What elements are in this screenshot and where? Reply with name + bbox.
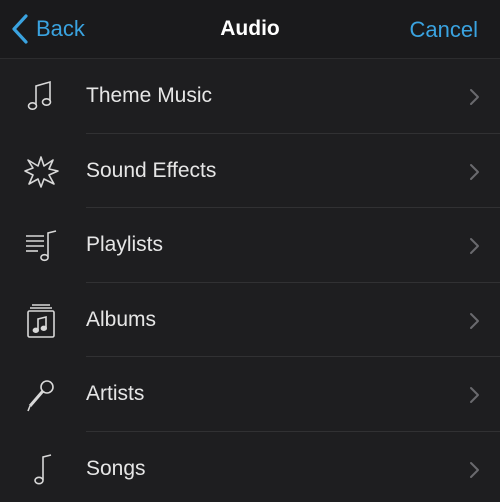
list-item-playlists[interactable]: Playlists xyxy=(0,208,500,283)
playlist-icon xyxy=(22,227,60,265)
list-item-label: Sound Effects xyxy=(86,158,217,182)
list-item-theme-music[interactable]: Theme Music xyxy=(0,59,500,134)
navigation-bar: Back Audio Cancel xyxy=(0,0,500,59)
album-icon xyxy=(22,302,60,340)
chevron-right-icon xyxy=(470,312,479,329)
list-item-artists[interactable]: Artists xyxy=(0,357,500,432)
chevron-right-icon xyxy=(470,238,479,254)
list-item-label: Playlists xyxy=(86,233,164,256)
chevron-right-icon xyxy=(470,461,479,478)
chevron-left-icon xyxy=(12,14,28,44)
chevron-right-icon xyxy=(470,89,479,105)
cancel-button[interactable]: Cancel xyxy=(410,17,478,43)
list-item-label: Albums xyxy=(86,307,157,331)
burst-icon xyxy=(22,153,60,191)
chevron-right-icon xyxy=(470,163,479,180)
chevron-right-icon xyxy=(470,387,479,403)
music-note-icon xyxy=(22,78,60,116)
list-item-songs[interactable]: Songs xyxy=(0,432,500,502)
song-note-icon xyxy=(22,451,60,489)
list-item-sound-effects[interactable]: Sound Effects xyxy=(0,134,500,208)
audio-screen: Back Audio Cancel Theme Music Sound Effe… xyxy=(0,0,500,502)
list-item-albums[interactable]: Albums xyxy=(0,283,500,357)
microphone-icon xyxy=(22,376,60,414)
back-button[interactable]: Back xyxy=(10,12,85,46)
list-item-label: Songs xyxy=(86,456,146,480)
list-item-label: Theme Music xyxy=(86,84,213,107)
audio-category-list: Theme Music Sound Effects Playlists Albu… xyxy=(0,59,500,502)
back-label: Back xyxy=(36,16,85,41)
list-item-label: Artists xyxy=(86,382,145,405)
